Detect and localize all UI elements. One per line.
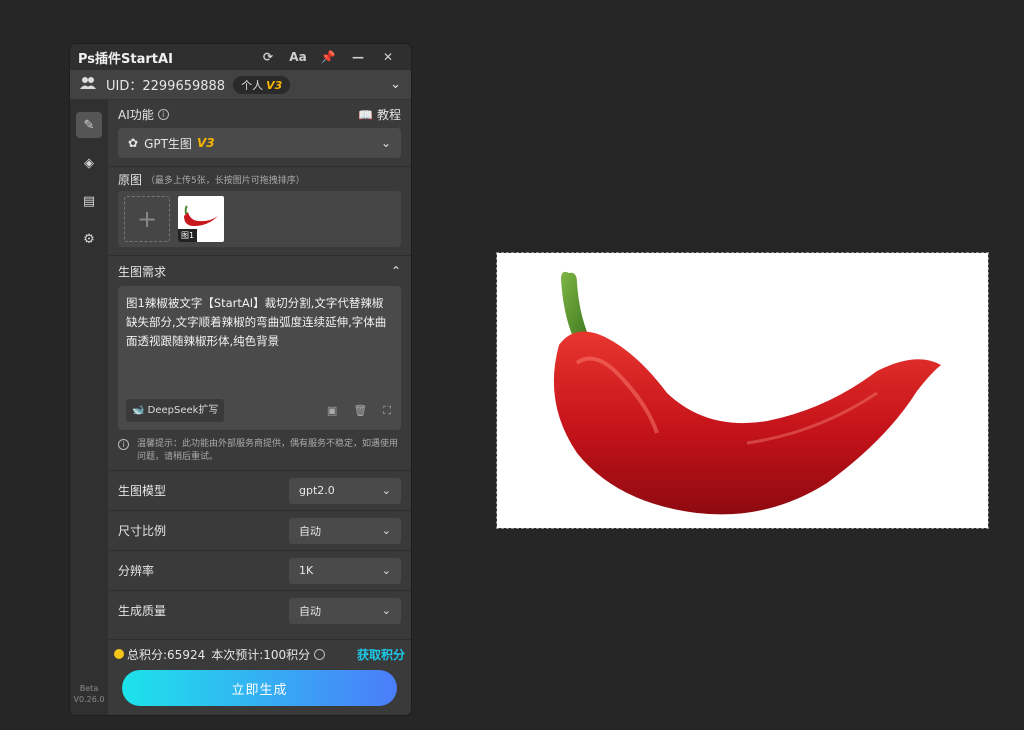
trash-icon[interactable]: 🗑 xyxy=(353,401,367,420)
whale-icon: 🐋 xyxy=(132,405,145,416)
panel-title: Ps插件StartAI xyxy=(78,51,173,67)
user-bar[interactable]: UID：2299659888 个人 V3 ⌄ xyxy=(70,70,411,100)
image-thumbnail[interactable]: 图1 xyxy=(178,196,224,242)
gpt-icon: ✿ xyxy=(128,136,139,150)
option-row-model: 生图模型 gpt2.0 ⌄ xyxy=(108,470,411,510)
version-label: Beta V0.26.0 xyxy=(73,684,105,704)
refresh-icon[interactable]: ⟳ xyxy=(253,50,283,64)
chevron-down-icon: ⌄ xyxy=(381,484,391,497)
main-content: AI功能 i 📖 教程 ✿ GPT生图 V3 ⌄ 原图 （最多上传5张，长按图片… xyxy=(108,100,411,715)
estimate-credits: 本次预计:100积分 xyxy=(211,647,311,662)
chevron-down-icon: ⌄ xyxy=(381,604,391,617)
requirements-textarea[interactable]: 图1辣椒被文字【StartAI】裁切分割,文字代替辣椒缺失部分,文字顺着辣椒的弯… xyxy=(118,286,401,430)
image-upload-area: + 图1 xyxy=(118,191,401,247)
chevron-down-icon: ⌄ xyxy=(381,564,391,577)
requirements-section: 生图需求 ⌃ 图1辣椒被文字【StartAI】裁切分割,文字代替辣椒缺失部分,文… xyxy=(108,256,411,470)
deepseek-expand-button[interactable]: 🐋 DeepSeek扩写 xyxy=(126,399,225,422)
total-credits: 总积分:65924 xyxy=(127,647,206,662)
info-icon: i xyxy=(118,439,129,450)
template-icon[interactable]: ▣ xyxy=(327,401,337,420)
get-credits-link[interactable]: 获取积分 xyxy=(357,646,405,663)
sidebar: ✎ ◈ ▤ ⚙ Beta V0.26.0 xyxy=(70,100,108,715)
resolution-select[interactable]: 1K ⌄ xyxy=(289,557,401,584)
ai-function-section: AI功能 i 📖 教程 ✿ GPT生图 V3 ⌄ xyxy=(108,100,411,167)
info-icon[interactable]: i xyxy=(157,108,169,120)
font-size-icon[interactable]: Aa xyxy=(283,50,313,64)
edit-icon[interactable]: ✎ xyxy=(76,112,102,138)
minimize-icon[interactable]: — xyxy=(343,50,373,64)
coin-icon xyxy=(114,649,124,659)
add-image-button[interactable]: + xyxy=(124,196,170,242)
chili-pepper-image xyxy=(553,271,941,515)
warning-text: i 温馨提示：此功能由外部服务商提供，偶有服务不稳定，如遇使用问题，请稍后重试。 xyxy=(118,430,401,470)
generate-button[interactable]: 立即生成 xyxy=(122,670,397,706)
original-image-hint: （最多上传5张，长按图片可拖拽排序） xyxy=(146,175,305,186)
chevron-down-icon: ⌄ xyxy=(380,136,391,150)
settings-icon[interactable]: ⚙ xyxy=(76,226,102,252)
chevron-down-icon: ⌄ xyxy=(381,524,391,537)
notebook-icon[interactable]: ▤ xyxy=(76,188,102,214)
ai-function-label: AI功能 xyxy=(118,107,154,122)
quality-select[interactable]: 自动 ⌄ xyxy=(289,597,401,624)
plan-badge: 个人 V3 xyxy=(233,75,291,94)
close-icon[interactable]: ✕ xyxy=(373,50,403,64)
info-icon[interactable] xyxy=(314,648,326,660)
original-image-section: 原图 （最多上传5张，长按图片可拖拽排序） + 图1 xyxy=(108,167,411,256)
requirements-label: 生图需求 xyxy=(118,264,167,279)
document-canvas[interactable] xyxy=(496,252,989,529)
option-row-ratio: 尺寸比例 自动 ⌄ xyxy=(108,510,411,550)
users-icon xyxy=(80,76,96,94)
ratio-select[interactable]: 自动 ⌄ xyxy=(289,517,401,544)
requirements-text[interactable]: 图1辣椒被文字【StartAI】裁切分割,文字代替辣椒缺失部分,文字顺着辣椒的弯… xyxy=(126,294,393,351)
layers-icon[interactable]: ◈ xyxy=(76,150,102,176)
chevron-down-icon[interactable]: ⌄ xyxy=(390,77,401,92)
user-id: UID：2299659888 xyxy=(106,79,226,94)
model-select[interactable]: gpt2.0 ⌄ xyxy=(289,477,401,504)
footer: 总积分:65924 本次预计:100积分 获取积分 立即生成 xyxy=(108,639,411,715)
tutorial-link[interactable]: 📖 教程 xyxy=(358,106,401,123)
option-row-resolution: 分辨率 1K ⌄ xyxy=(108,550,411,590)
original-image-label: 原图 xyxy=(118,172,143,187)
expand-icon[interactable]: ⛶ xyxy=(383,401,391,420)
chevron-up-icon[interactable]: ⌃ xyxy=(391,264,401,278)
book-icon: 📖 xyxy=(358,107,374,122)
pin-icon[interactable]: 📌 xyxy=(313,50,343,64)
title-bar: Ps插件StartAI ⟳ Aa 📌 — ✕ xyxy=(70,44,411,70)
startai-panel: Ps插件StartAI ⟳ Aa 📌 — ✕ UID：2299659888 个人… xyxy=(70,44,411,715)
image-tag: 图1 xyxy=(178,229,198,242)
option-row-quality: 生成质量 自动 ⌄ xyxy=(108,590,411,630)
ai-function-select[interactable]: ✿ GPT生图 V3 ⌄ xyxy=(118,128,401,158)
